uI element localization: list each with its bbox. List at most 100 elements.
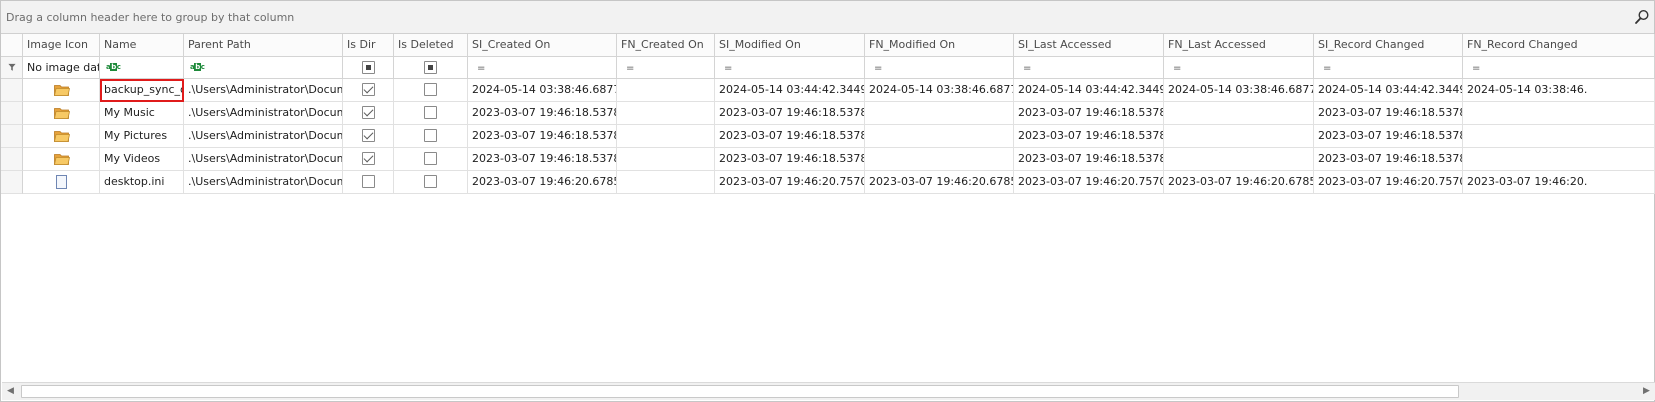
cell-si-last-accessed[interactable]: 2023-03-07 19:46:20.7570457	[1014, 171, 1164, 194]
cell-fn-created-on[interactable]	[617, 79, 715, 102]
cell-fn-record-changed[interactable]: 2023-03-07 19:46:20.	[1463, 171, 1655, 194]
checkbox-is-dir[interactable]	[362, 129, 375, 142]
checkbox-is-dir[interactable]	[362, 175, 375, 188]
cell-is-dir[interactable]	[343, 171, 394, 194]
filter-checkbox[interactable]	[362, 61, 375, 74]
cell-si-modified-on[interactable]: 2024-05-14 03:44:42.3449332	[715, 79, 865, 102]
cell-si-created-on[interactable]: 2023-03-07 19:46:18.5378778	[468, 125, 617, 148]
cell-fn-last-accessed[interactable]: 2023-03-07 19:46:20.6785592	[1164, 171, 1314, 194]
checkbox-is-dir[interactable]	[362, 152, 375, 165]
row-indicator[interactable]	[1, 148, 23, 171]
cell-name[interactable]: backup_sync_dc	[100, 79, 184, 102]
cell-parent-path[interactable]: .\Users\Administrator\Documents	[184, 79, 343, 102]
filter-cell-parent-path[interactable]: abc	[184, 57, 343, 79]
filter-cell-si-modified-on[interactable]: =	[715, 57, 865, 79]
cell-is-deleted[interactable]	[394, 79, 468, 102]
cell-fn-created-on[interactable]	[617, 148, 715, 171]
filter-checkbox[interactable]	[424, 61, 437, 74]
column-header-parent-path[interactable]: Parent Path	[184, 34, 343, 57]
checkbox-is-deleted[interactable]	[424, 106, 437, 119]
cell-image-icon[interactable]	[23, 171, 100, 194]
cell-parent-path[interactable]: .\Users\Administrator\Documents	[184, 171, 343, 194]
checkbox-is-deleted[interactable]	[424, 83, 437, 96]
equals-operator[interactable]: =	[874, 58, 882, 78]
cell-si-modified-on[interactable]: 2023-03-07 19:46:18.5378778	[715, 102, 865, 125]
row-indicator[interactable]	[1, 171, 23, 194]
column-header-si-record-changed[interactable]: SI_Record Changed	[1314, 34, 1463, 57]
equals-operator[interactable]: =	[1323, 58, 1331, 78]
group-by-panel[interactable]: Drag a column header here to group by th…	[1, 1, 1654, 34]
column-header-is-deleted[interactable]: Is Deleted	[394, 34, 468, 57]
scroll-right-icon[interactable]: ▶	[1638, 383, 1655, 400]
filter-cell-fn-modified-on[interactable]: =	[865, 57, 1014, 79]
cell-is-dir[interactable]	[343, 102, 394, 125]
filter-cell-si-created-on[interactable]: =	[468, 57, 617, 79]
filter-cell-image-icon[interactable]: No image data	[23, 57, 100, 79]
cell-name[interactable]: My Videos	[100, 148, 184, 171]
column-header-is-dir[interactable]: Is Dir	[343, 34, 394, 57]
checkbox-is-dir[interactable]	[362, 83, 375, 96]
column-header-name[interactable]: Name	[100, 34, 184, 57]
cell-si-record-changed[interactable]: 2023-03-07 19:46:18.5378778	[1314, 102, 1463, 125]
filter-cell-is-deleted[interactable]	[394, 57, 468, 79]
filter-cell-fn-created-on[interactable]: =	[617, 57, 715, 79]
equals-operator[interactable]: =	[477, 58, 485, 78]
cell-fn-record-changed[interactable]	[1463, 102, 1655, 125]
scrollbar-thumb[interactable]	[21, 385, 1459, 398]
equals-operator[interactable]: =	[1023, 58, 1031, 78]
cell-parent-path[interactable]: .\Users\Administrator\Documents	[184, 102, 343, 125]
cell-image-icon[interactable]	[23, 125, 100, 148]
row-indicator[interactable]	[1, 102, 23, 125]
column-header-si-modified-on[interactable]: SI_Modified On	[715, 34, 865, 57]
filter-cell-si-last-accessed[interactable]: =	[1014, 57, 1164, 79]
cell-is-deleted[interactable]	[394, 102, 468, 125]
cell-fn-last-accessed[interactable]	[1164, 102, 1314, 125]
cell-fn-modified-on[interactable]	[865, 148, 1014, 171]
cell-fn-modified-on[interactable]: 2024-05-14 03:38:46.6877016	[865, 79, 1014, 102]
cell-name[interactable]: My Music	[100, 102, 184, 125]
cell-si-modified-on[interactable]: 2023-03-07 19:46:18.5378778	[715, 125, 865, 148]
cell-is-dir[interactable]	[343, 148, 394, 171]
cell-fn-modified-on[interactable]	[865, 125, 1014, 148]
equals-operator[interactable]: =	[1472, 58, 1480, 78]
cell-si-record-changed[interactable]: 2024-05-14 03:44:42.3449332	[1314, 79, 1463, 102]
column-header-image-icon[interactable]: Image Icon	[23, 34, 100, 57]
cell-fn-created-on[interactable]	[617, 171, 715, 194]
cell-si-last-accessed[interactable]: 2024-05-14 03:44:42.3449332	[1014, 79, 1164, 102]
column-header-fn-record-changed[interactable]: FN_Record Changed	[1463, 34, 1655, 57]
column-header-fn-modified-on[interactable]: FN_Modified On	[865, 34, 1014, 57]
checkbox-is-deleted[interactable]	[424, 152, 437, 165]
column-header-fn-created-on[interactable]: FN_Created On	[617, 34, 715, 57]
column-header-fn-last-accessed[interactable]: FN_Last Accessed	[1164, 34, 1314, 57]
filter-cell-is-dir[interactable]	[343, 57, 394, 79]
cell-image-icon[interactable]	[23, 102, 100, 125]
cell-fn-last-accessed[interactable]	[1164, 125, 1314, 148]
cell-is-deleted[interactable]	[394, 171, 468, 194]
cell-parent-path[interactable]: .\Users\Administrator\Documents	[184, 125, 343, 148]
cell-si-last-accessed[interactable]: 2023-03-07 19:46:18.5378778	[1014, 148, 1164, 171]
cell-is-deleted[interactable]	[394, 148, 468, 171]
cell-image-icon[interactable]	[23, 148, 100, 171]
cell-is-deleted[interactable]	[394, 125, 468, 148]
cell-si-created-on[interactable]: 2024-05-14 03:38:46.6877016	[468, 79, 617, 102]
checkbox-is-deleted[interactable]	[424, 129, 437, 142]
cell-si-created-on[interactable]: 2023-03-07 19:46:18.5378778	[468, 148, 617, 171]
cell-fn-last-accessed[interactable]	[1164, 148, 1314, 171]
cell-fn-record-changed[interactable]: 2024-05-14 03:38:46.	[1463, 79, 1655, 102]
checkbox-is-deleted[interactable]	[424, 175, 437, 188]
cell-fn-created-on[interactable]	[617, 102, 715, 125]
horizontal-scrollbar[interactable]: ◀ ▶	[2, 382, 1655, 400]
checkbox-is-dir[interactable]	[362, 106, 375, 119]
cell-si-modified-on[interactable]: 2023-03-07 19:46:20.7570457	[715, 171, 865, 194]
search-icon[interactable]	[1634, 9, 1650, 25]
filter-cell-si-record-changed[interactable]: =	[1314, 57, 1463, 79]
cell-name[interactable]: My Pictures	[100, 125, 184, 148]
cell-si-record-changed[interactable]: 2023-03-07 19:46:18.5378778	[1314, 125, 1463, 148]
cell-fn-record-changed[interactable]	[1463, 148, 1655, 171]
column-header-si-created-on[interactable]: SI_Created On	[468, 34, 617, 57]
cell-fn-created-on[interactable]	[617, 125, 715, 148]
cell-fn-modified-on[interactable]	[865, 102, 1014, 125]
filter-cell-fn-record-changed[interactable]: =	[1463, 57, 1655, 79]
cell-si-created-on[interactable]: 2023-03-07 19:46:20.6785592	[468, 171, 617, 194]
cell-is-dir[interactable]	[343, 125, 394, 148]
